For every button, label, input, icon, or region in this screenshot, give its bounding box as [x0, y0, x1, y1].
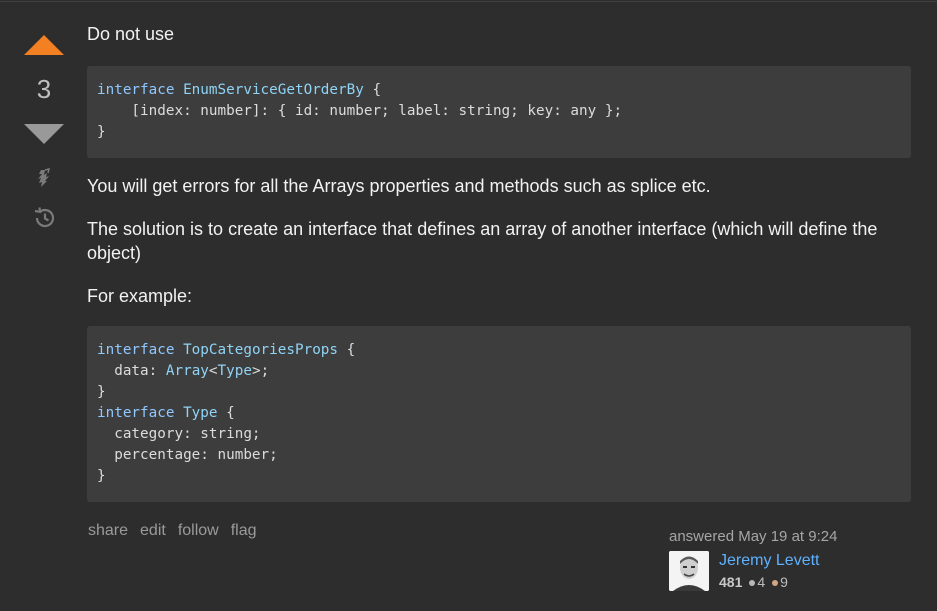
reputation-score: 481 [719, 574, 743, 590]
code-line: interface TopCategoriesProps { [97, 340, 901, 361]
code-token: >; [251, 363, 270, 379]
user-name-link[interactable]: Jeremy Levett [719, 552, 819, 570]
code-line: } [97, 122, 901, 143]
code-token: } [97, 468, 106, 484]
code-block-example: interface TopCategoriesProps { data: Arr… [87, 326, 911, 502]
code-token: } [97, 124, 106, 140]
code-token: { [217, 405, 235, 421]
edit-link[interactable]: edit [140, 522, 166, 539]
code-token: interface [97, 342, 184, 358]
answer-paragraph-example: For example: [87, 286, 193, 306]
code-token: interface [97, 405, 184, 421]
avatar-portrait-icon [669, 551, 709, 591]
code-token: data: [97, 363, 166, 379]
code-line: } [97, 466, 901, 487]
bounty-icon[interactable] [33, 167, 55, 189]
code-token: { [363, 82, 382, 98]
code-token: Array [165, 363, 209, 379]
follow-link[interactable]: follow [178, 522, 219, 539]
user-card: answered May 19 at 9:24 Jeremy Levett 48… [669, 527, 909, 597]
code-line: interface Type { [97, 403, 901, 424]
code-token: percentage: number; [97, 447, 278, 463]
upvote-arrow-icon[interactable] [24, 35, 64, 55]
code-line: interface EnumServiceGetOrderBy { [97, 80, 901, 101]
silver-badge-icon [749, 579, 756, 586]
code-token: [index: number]: { id: number; label: st… [97, 103, 623, 119]
code-token: TopCategoriesProps [183, 342, 339, 358]
code-token: < [208, 363, 218, 379]
code-line: data: Array<Type>; [97, 361, 901, 382]
answer-paragraph-solution: The solution is to create an interface t… [87, 219, 878, 263]
answer-intro: Do not use [87, 24, 175, 44]
downvote-arrow-icon[interactable] [24, 124, 64, 144]
code-token: Type [217, 363, 252, 379]
post-menu: share edit follow flag [88, 522, 269, 540]
code-line: percentage: number; [97, 445, 901, 466]
code-line: [index: number]: { id: number; label: st… [97, 101, 901, 122]
user-stats: 481 4 9 [719, 574, 788, 590]
code-line: category: string; [97, 424, 901, 445]
code-token: category: string; [97, 426, 261, 442]
top-divider [0, 1, 937, 2]
avatar[interactable] [669, 551, 709, 591]
vote-count: 3 [36, 74, 52, 104]
code-token: { [338, 342, 356, 358]
history-icon[interactable] [32, 206, 56, 230]
code-token: } [97, 384, 106, 400]
code-token: interface [97, 82, 184, 98]
code-line: } [97, 382, 901, 403]
answer-paragraph-errors: You will get errors for all the Arrays p… [87, 176, 711, 196]
answered-timestamp: answered May 19 at 9:24 [669, 528, 838, 545]
bronze-badge-icon [772, 579, 779, 586]
silver-badge-count: 4 [757, 574, 766, 590]
flag-link[interactable]: flag [231, 522, 257, 539]
share-link[interactable]: share [88, 522, 128, 539]
code-token: Type [183, 405, 218, 421]
code-block-enum: interface EnumServiceGetOrderBy { [index… [87, 66, 911, 158]
code-token: EnumServiceGetOrderBy [183, 82, 364, 98]
bronze-badge-count: 9 [780, 574, 788, 590]
